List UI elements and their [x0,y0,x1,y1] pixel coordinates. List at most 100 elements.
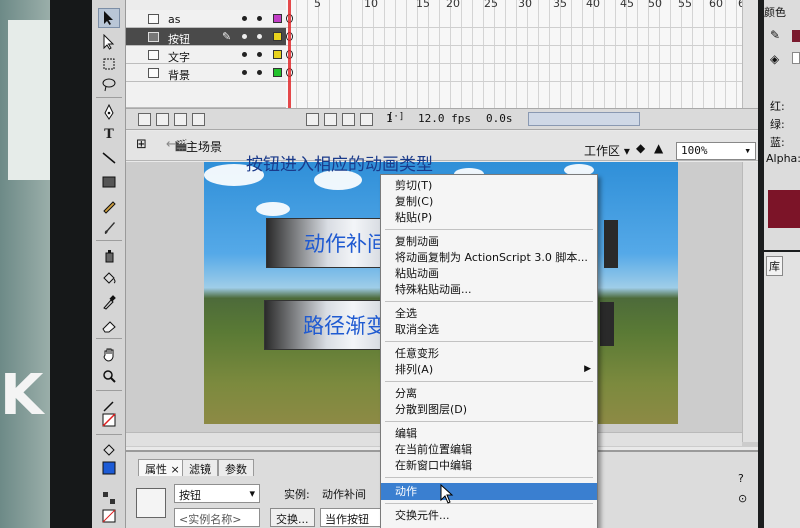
menu-separator [385,477,593,478]
tab-properties[interactable]: 属性 × [138,459,187,476]
add-folder-icon[interactable] [174,113,187,126]
visibility-dot-icon[interactable] [242,70,247,75]
collapse-icon[interactable]: ⊙ [738,492,747,505]
workspace-label: 工作区 [584,144,621,158]
lock-dot-icon[interactable] [257,16,262,21]
eyedropper-tool-icon[interactable] [98,292,120,312]
color-preview-swatch[interactable] [768,190,800,228]
menu-item-cut[interactable]: 剪切(T) [381,177,597,194]
menu-item-copy-motion[interactable]: 复制动画 [381,233,597,250]
layer-name: 背景 [168,69,190,82]
fill-bucket-icon[interactable] [98,440,120,460]
pencil-tool-icon[interactable] [98,196,120,216]
hand-tool-icon[interactable] [98,344,120,364]
text-tool-icon[interactable]: T [98,124,120,144]
lasso-tool-icon[interactable] [98,74,120,94]
scene-symbol-icon[interactable]: ⊞ [136,137,147,152]
color-panel-title[interactable]: 颜色 [764,4,786,20]
pen-tool-icon[interactable] [98,102,120,122]
menu-item-arrange[interactable]: 排列(A) ▶ [381,361,597,378]
swap-symbol-button[interactable]: 交换... [270,508,315,527]
delete-layer-icon[interactable] [192,113,205,126]
menu-item-distribute-to-layers[interactable]: 分散到图层(D) [381,401,597,418]
menu-item-paste-motion[interactable]: 粘贴动画 [381,265,597,282]
frame-row[interactable] [286,28,742,46]
menu-item-swap-symbol[interactable]: 交换元件... [381,507,597,524]
zoom-select[interactable]: 100% ▾ [676,142,756,160]
timeline-horizontal-scrollbar[interactable] [528,112,640,126]
ruler-tick: 5 [314,0,321,10]
menu-item-paste[interactable]: 粘贴(P) [381,209,597,226]
add-layer-icon[interactable] [138,113,151,126]
menu-item-select-all[interactable]: 全选 [381,305,597,322]
lock-dot-icon[interactable] [257,34,262,39]
visibility-dot-icon[interactable] [242,52,247,57]
layer-row-as[interactable]: as [126,10,286,28]
layer-row-text[interactable]: 文字 [126,46,286,64]
layer-name: 文字 [168,51,190,64]
center-frame-icon[interactable] [306,113,319,126]
line-tool-icon[interactable] [98,148,120,168]
instance-name-input[interactable]: <实例名称> [174,508,260,527]
paint-bucket-tool-icon[interactable] [98,268,120,288]
fill-bucket-icon[interactable]: ◈ [770,52,779,66]
free-transform-tool-icon[interactable] [98,54,120,74]
help-icon[interactable]: ? [738,472,744,485]
brush-tool-icon[interactable] [98,218,120,238]
add-guide-layer-icon[interactable] [156,113,169,126]
library-panel-title[interactable]: 库 [766,256,783,276]
selection-tool-icon[interactable] [98,8,120,28]
lock-dot-icon[interactable] [257,52,262,57]
rectangle-tool-icon[interactable] [98,172,120,192]
layer-row-background[interactable]: 背景 [126,64,286,82]
options-swap-icon[interactable] [98,506,120,526]
onion-skin-icon[interactable] [324,113,337,126]
scene-label[interactable]: 主场景 [186,138,222,155]
subselection-tool-icon[interactable] [98,32,120,52]
ink-bottle-tool-icon[interactable] [98,246,120,266]
layer-row-button[interactable]: 按钮 ✎ [126,28,286,46]
frame-row[interactable] [286,64,742,82]
menu-separator [385,381,593,382]
layer-icon [148,14,159,24]
menu-item-edit-in-new-window[interactable]: 在新窗口中编辑 [381,457,597,474]
stroke-swatch[interactable] [792,30,800,42]
tab-filters[interactable]: 滤镜 [182,459,218,476]
track-as-value: 当作按钮 [325,513,369,526]
fill-swatch[interactable] [792,52,800,64]
visibility-dot-icon[interactable] [242,16,247,21]
menu-item-break-apart[interactable]: 分离 [381,385,597,402]
menu-item-paste-motion-special[interactable]: 特殊粘贴动画... [381,281,597,298]
menu-item-deselect-all[interactable]: 取消全选 [381,321,597,338]
menu-item-copy-motion-as-as3[interactable]: 将动画复制为 ActionScript 3.0 脚本... [381,249,597,266]
menu-item-free-transform[interactable]: 任意变形 [381,345,597,362]
edit-scene-icon[interactable]: ▲ [654,141,663,155]
stroke-pencil-icon[interactable]: ✎ [770,28,780,42]
options-snap-icon[interactable] [98,488,120,508]
layer-color-swatch[interactable] [273,14,282,23]
menu-separator [385,229,593,230]
visibility-dot-icon[interactable] [242,34,247,39]
frame-row[interactable] [286,10,742,28]
edit-multiple-frames-icon[interactable] [360,113,373,126]
symbol-type-select[interactable]: 按钮 ▾ [174,484,260,503]
layer-color-swatch[interactable] [273,32,282,41]
layer-color-swatch[interactable] [273,50,282,59]
lock-dot-icon[interactable] [257,70,262,75]
menu-item-edit[interactable]: 编辑 [381,425,597,442]
onion-outline-icon[interactable] [342,113,355,126]
edit-symbols-icon[interactable]: ◆ [636,141,645,155]
frame-row[interactable] [286,46,742,64]
zoom-tool-icon[interactable] [98,366,120,386]
stage-vertical-scrollbar[interactable] [742,162,758,442]
menu-item-actions[interactable]: 动作 [381,483,597,500]
menu-item-copy[interactable]: 复制(C) [381,193,597,210]
workspace-dropdown[interactable]: 工作区 ▾ [584,142,630,159]
stroke-none-swatch-icon[interactable] [98,410,120,430]
tab-parameters[interactable]: 参数 [218,459,254,476]
timeline-vertical-scrollbar[interactable] [742,0,758,108]
eraser-tool-icon[interactable] [98,316,120,336]
menu-item-edit-in-place[interactable]: 在当前位置编辑 [381,441,597,458]
fill-color-swatch-icon[interactable] [98,458,120,478]
layer-color-swatch[interactable] [273,68,282,77]
